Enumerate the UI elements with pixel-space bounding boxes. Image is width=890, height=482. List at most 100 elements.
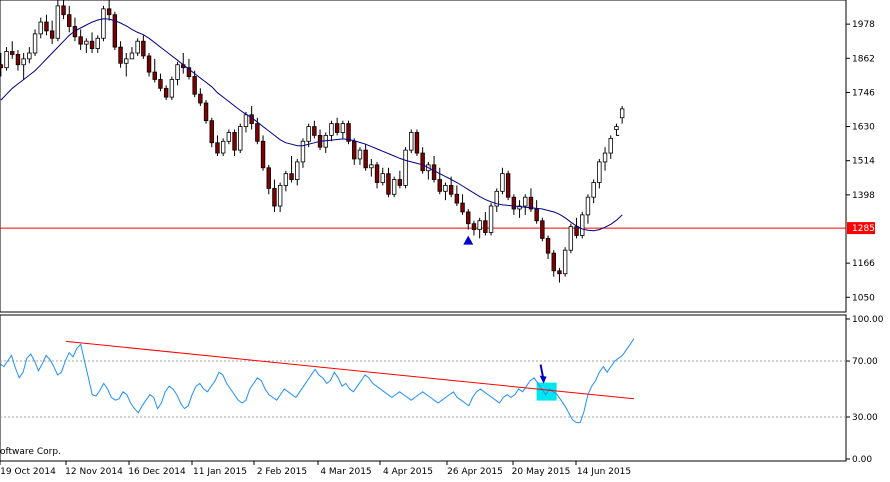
candle-body xyxy=(306,126,311,142)
candle-body xyxy=(437,179,442,192)
candle-body xyxy=(380,173,385,183)
candle-body xyxy=(511,196,517,210)
candle-body xyxy=(477,220,482,230)
candle-body xyxy=(614,126,619,130)
candle-body xyxy=(260,140,266,169)
candle-body xyxy=(352,140,357,160)
candle-body xyxy=(591,182,596,198)
candle-body xyxy=(454,193,460,204)
candle-body xyxy=(169,79,175,98)
x-tick-label: 26 Apr 2015 xyxy=(447,467,503,477)
price-tick-label: 1514 xyxy=(852,157,875,167)
candle-body xyxy=(203,102,209,122)
candle-body xyxy=(346,123,351,142)
candle-body xyxy=(266,167,271,189)
candle-body xyxy=(232,132,237,151)
rsi-tick-label: 0.00 xyxy=(852,455,872,465)
candle-body xyxy=(386,173,391,195)
price-tick-label: 1166 xyxy=(852,259,875,269)
chart-stage: 1978 1862 1746 1630 1514 1398 1166 1050 1285 100.… xyxy=(0,0,884,477)
candle-body xyxy=(334,123,340,133)
candle-body xyxy=(540,220,545,239)
candle-body xyxy=(545,238,551,254)
candle-body xyxy=(238,126,243,151)
price-tick-label: 1050 xyxy=(852,293,875,303)
candle-body xyxy=(391,179,397,195)
candle-body xyxy=(500,173,505,192)
candle-body xyxy=(61,5,66,16)
candle-body xyxy=(135,40,140,54)
candle-body xyxy=(44,21,49,32)
candle-body xyxy=(574,226,579,236)
candle-body xyxy=(243,114,249,127)
candle-body xyxy=(78,36,83,45)
x-tick-label: 4 Mar 2015 xyxy=(320,467,371,477)
candle-body xyxy=(300,140,306,163)
candle-body xyxy=(141,40,146,57)
candle-body xyxy=(84,40,89,45)
candle-body xyxy=(198,93,203,104)
candle-body xyxy=(283,173,289,186)
x-tick-label: 2 Feb 2015 xyxy=(257,467,307,477)
candle-body xyxy=(409,132,414,151)
candle-body xyxy=(55,5,61,39)
candle-body xyxy=(163,87,169,98)
candle-body xyxy=(483,220,488,233)
candle-body xyxy=(562,249,568,275)
candle-body xyxy=(21,58,26,66)
price-tick-label: 1746 xyxy=(852,88,875,98)
candle-body xyxy=(112,14,118,48)
candle-body xyxy=(602,152,608,163)
candle-body xyxy=(118,46,123,64)
candle-body xyxy=(146,55,152,73)
candle-body xyxy=(215,142,220,154)
x-tick-label: 20 May 2015 xyxy=(512,467,571,477)
candle-body xyxy=(534,208,539,222)
candle-body xyxy=(106,8,112,16)
candle-body xyxy=(101,8,106,39)
candle-body xyxy=(374,164,380,183)
candle-body xyxy=(10,51,15,55)
candle-body xyxy=(312,126,317,136)
candle-body xyxy=(414,132,420,154)
candle-body xyxy=(597,161,602,183)
candle-body xyxy=(67,14,72,27)
candle-body xyxy=(471,223,477,230)
price-tick-label: 1398 xyxy=(852,191,875,201)
price-tick-label: 1862 xyxy=(852,54,875,64)
candle-body xyxy=(4,51,9,69)
candle-body xyxy=(38,21,43,35)
candle-body xyxy=(420,152,425,172)
candle-body xyxy=(89,40,95,49)
candle-body xyxy=(124,58,129,64)
candle-body xyxy=(340,123,346,133)
candle-body xyxy=(277,185,283,207)
candle-body xyxy=(431,164,437,180)
candle-body xyxy=(255,123,260,142)
candle-body xyxy=(460,202,465,213)
candle-body xyxy=(15,54,21,66)
candle-body xyxy=(568,226,574,251)
candle-body xyxy=(557,270,562,275)
candle-body xyxy=(580,214,585,236)
candle-body xyxy=(585,196,591,216)
candle-body xyxy=(158,79,163,89)
candle-body xyxy=(49,30,55,39)
x-tick-label: 4 Apr 2015 xyxy=(383,467,433,477)
candle-body xyxy=(357,149,363,160)
watermark-text: oftware Corp. xyxy=(0,447,61,457)
candle-body xyxy=(403,149,408,186)
candle-body xyxy=(27,52,32,60)
rsi-tick-label: 30.00 xyxy=(852,413,878,423)
candle-body xyxy=(152,71,157,80)
candle-body xyxy=(443,185,448,192)
candle-body xyxy=(448,185,454,195)
x-tick-label: 12 Nov 2014 xyxy=(65,467,123,477)
candle-body xyxy=(95,37,100,49)
candle-body xyxy=(466,211,471,225)
rsi-tick-label: 100.00 xyxy=(852,315,884,325)
candle-body xyxy=(523,196,528,207)
candle-body xyxy=(363,149,368,169)
candle-body xyxy=(226,132,232,142)
candle-body xyxy=(0,64,4,69)
